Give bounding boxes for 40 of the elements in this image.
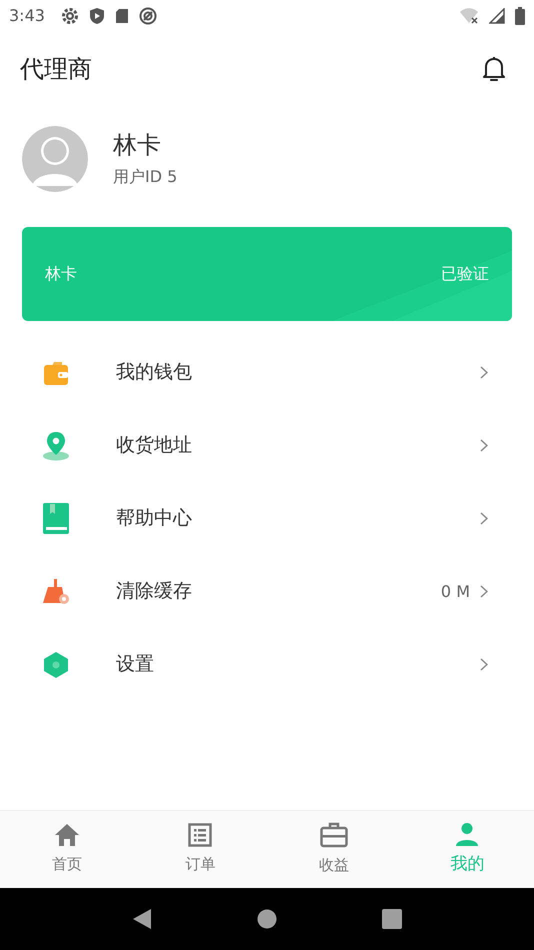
- list-icon: [188, 823, 212, 848]
- signal-icon: [489, 8, 505, 24]
- tab-bar-item[interactable]: 收益: [267, 811, 400, 888]
- home-icon: [54, 823, 80, 848]
- tab-bar-item[interactable]: 首页: [0, 811, 134, 888]
- notification-bell-icon[interactable]: [481, 56, 507, 82]
- battery-icon: [515, 7, 525, 25]
- book-icon: [42, 502, 70, 535]
- menu-item[interactable]: 帮助中心: [0, 482, 534, 555]
- wifi-off-icon: [459, 8, 479, 24]
- menu-item[interactable]: 我的钱包: [0, 336, 534, 409]
- broom-icon: [42, 578, 70, 606]
- gear-icon: [60, 7, 79, 25]
- back-icon[interactable]: [132, 908, 152, 930]
- briefcase-icon: [320, 822, 348, 848]
- user-id: 用户ID 5: [113, 169, 178, 185]
- circle-slash-icon: [138, 7, 157, 25]
- location-pin-icon: [42, 430, 70, 460]
- hexagon-settings-icon: [42, 650, 70, 678]
- shield-icon: [88, 7, 105, 25]
- verified-status: 已验证: [441, 263, 489, 285]
- page-title: 代理商: [20, 54, 92, 84]
- menu-item[interactable]: 清除缓存 0 M: [0, 555, 534, 628]
- chevron-right-icon: [480, 366, 488, 379]
- chevron-right-icon: [480, 658, 488, 671]
- menu-item[interactable]: 设置: [0, 628, 534, 701]
- recents-square-icon[interactable]: [382, 909, 402, 929]
- tab-bar-item[interactable]: 订单: [134, 811, 267, 888]
- home-circle-icon[interactable]: [256, 909, 277, 929]
- user-name: 林卡: [113, 133, 162, 157]
- menu-item[interactable]: 收货地址: [0, 409, 534, 482]
- sd-card-icon: [114, 8, 129, 24]
- card-name: 林卡: [45, 263, 77, 285]
- avatar-placeholder: [22, 126, 88, 192]
- cache-size: 0 M: [440, 580, 470, 602]
- status-time: 3:43: [9, 5, 45, 27]
- chevron-right-icon: [480, 585, 488, 598]
- chevron-right-icon: [480, 512, 488, 525]
- chevron-right-icon: [480, 439, 488, 452]
- person-icon: [455, 822, 480, 846]
